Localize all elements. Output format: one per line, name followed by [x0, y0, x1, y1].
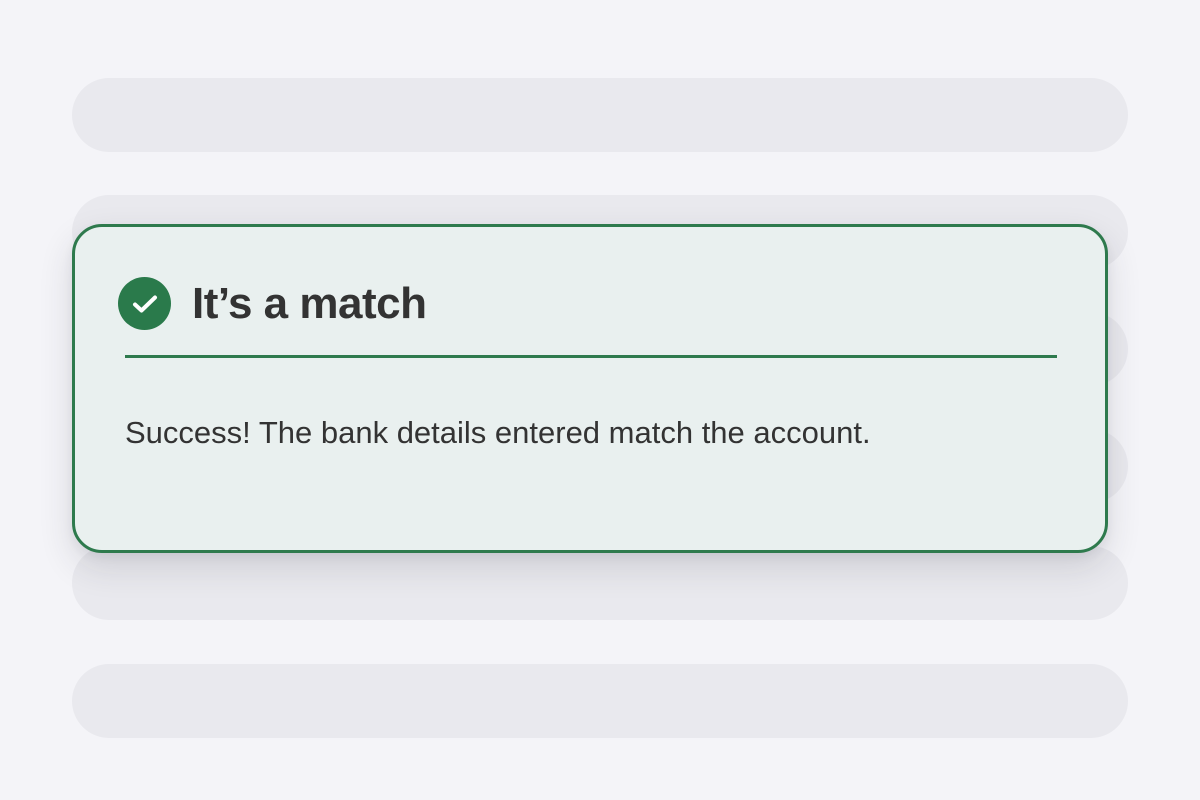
placeholder-row — [72, 546, 1128, 620]
alert-divider — [125, 355, 1057, 358]
checkmark-glyph — [132, 295, 157, 312]
success-alert-card: It’s a match Success! The bank details e… — [72, 224, 1108, 553]
placeholder-row — [72, 664, 1128, 738]
alert-title: It’s a match — [192, 278, 427, 328]
alert-header: It’s a match — [118, 277, 427, 330]
check-circle-icon — [118, 277, 171, 330]
alert-message: Success! The bank details entered match … — [125, 415, 871, 450]
placeholder-row — [72, 78, 1128, 152]
